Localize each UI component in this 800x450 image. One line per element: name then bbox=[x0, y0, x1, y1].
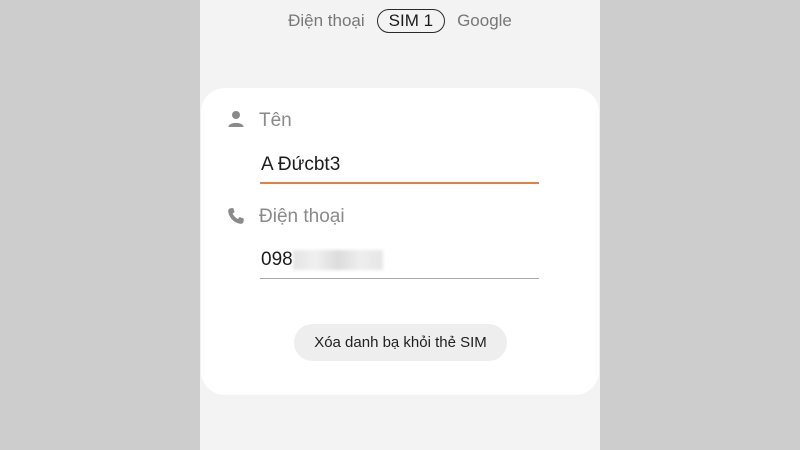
contact-card: Tên A Đứcbt3 Điện thoại 098 Xóa danh bạ … bbox=[201, 88, 599, 395]
person-icon bbox=[228, 111, 244, 127]
tab-google[interactable]: Google bbox=[457, 10, 512, 32]
phone-value[interactable]: 098 bbox=[261, 249, 293, 271]
name-field[interactable]: A Đứcbt3 bbox=[260, 150, 539, 184]
name-underline bbox=[260, 182, 539, 184]
storage-tabs: Điện thoại SIM 1 Google bbox=[200, 9, 600, 33]
redacted-number bbox=[293, 250, 383, 270]
phone-underline bbox=[260, 278, 539, 279]
phone-field[interactable]: 098 bbox=[260, 245, 539, 279]
phone-icon bbox=[228, 208, 244, 224]
tab-sim1[interactable]: SIM 1 bbox=[376, 9, 446, 33]
name-label: Tên bbox=[259, 110, 292, 131]
phone-label: Điện thoại bbox=[259, 206, 345, 227]
tab-phone[interactable]: Điện thoại bbox=[288, 10, 365, 32]
name-value[interactable]: A Đứcbt3 bbox=[261, 154, 340, 176]
delete-from-sim-button[interactable]: Xóa danh bạ khỏi thẻ SIM bbox=[294, 324, 507, 361]
contact-editor-screen: Điện thoại SIM 1 Google Tên A Đứcbt3 Điệ… bbox=[200, 0, 600, 450]
